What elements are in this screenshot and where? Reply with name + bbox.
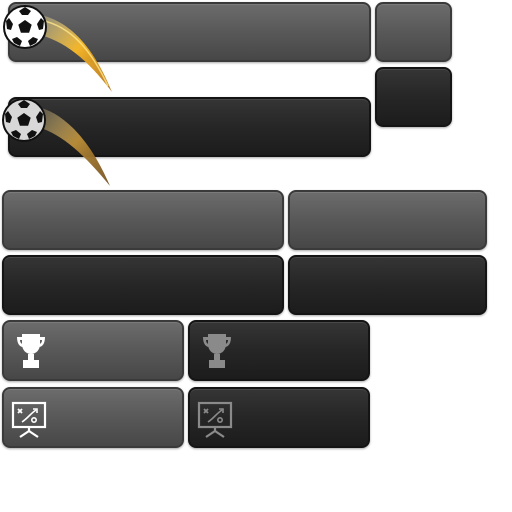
tactics-board-icon (11, 401, 47, 438)
mid-light-right-button[interactable] (288, 190, 487, 250)
soccer-ball-icon (3, 5, 112, 92)
tactics-board-icon (197, 401, 233, 438)
small-dark-button[interactable] (375, 67, 452, 127)
trophy-icon (17, 334, 45, 368)
mid-light-left-button[interactable] (2, 190, 284, 250)
small-light-button[interactable] (375, 2, 452, 62)
mid-dark-left-button[interactable] (2, 255, 284, 315)
trophy-icon (203, 334, 231, 368)
soccer-ball-icon (2, 98, 110, 186)
mid-dark-right-button[interactable] (288, 255, 487, 315)
